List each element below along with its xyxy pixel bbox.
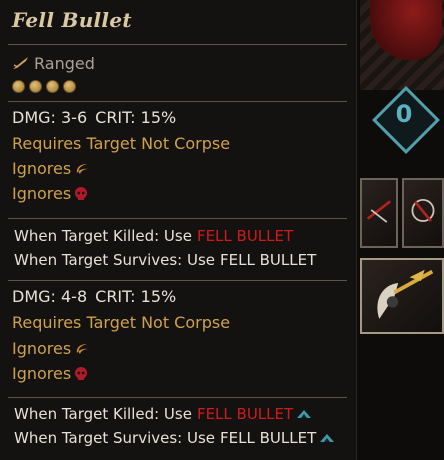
skill-type-label: Ranged bbox=[34, 53, 95, 73]
divider bbox=[8, 218, 347, 219]
v2-survives-skill: FELL BULLET bbox=[220, 429, 317, 447]
v1-requires: Requires Target Not Corpse bbox=[12, 134, 231, 153]
v1-stats: DMG: 3-6 CRIT: 15% bbox=[12, 108, 176, 127]
skill-slot-art bbox=[366, 200, 392, 223]
v2-dmg: DMG: 4-8 bbox=[12, 287, 88, 306]
skill-slot-selected[interactable] bbox=[360, 258, 444, 334]
counter-value: 0 bbox=[395, 100, 413, 128]
v1-ignores-label: Ignores bbox=[12, 184, 72, 203]
v1-ignores-stealth: Ignores bbox=[12, 159, 89, 178]
skill-slot[interactable] bbox=[402, 178, 444, 248]
v2-crit: CRIT: 15% bbox=[95, 287, 177, 306]
stealth-icon bbox=[77, 343, 89, 354]
skill-tooltip: Fell Bullet Ranged DMG: 3-6 CRIT: 15% Re… bbox=[0, 0, 357, 460]
v2-stats: DMG: 4-8 CRIT: 15% bbox=[12, 287, 176, 306]
v1-survives-chain: When Target Survives: Use FELL BULLET bbox=[14, 251, 316, 269]
rank-pips bbox=[12, 80, 76, 93]
v1-killed-label: When Target Killed: Use bbox=[14, 227, 192, 245]
skull-icon bbox=[75, 186, 88, 200]
v2-survives-chain: When Target Survives: Use FELL BULLET bbox=[14, 429, 335, 447]
v1-survives-label: When Target Survives: Use bbox=[14, 251, 216, 269]
v2-killed-skill: FELL BULLET bbox=[196, 405, 294, 423]
v2-ignores-label: Ignores bbox=[12, 339, 72, 358]
skill-type: Ranged bbox=[12, 52, 95, 74]
v2-requires: Requires Target Not Corpse bbox=[12, 313, 231, 332]
rank-pip bbox=[29, 80, 42, 93]
portrait-art bbox=[370, 0, 442, 60]
v1-killed-skill: FELL BULLET bbox=[196, 227, 294, 245]
divider bbox=[8, 280, 347, 281]
v2-killed-label: When Target Killed: Use bbox=[14, 405, 192, 423]
upgrade-icon bbox=[297, 410, 312, 418]
ranged-icon bbox=[13, 57, 28, 69]
fell-bullet-skill-icon bbox=[377, 269, 434, 319]
v2-survives-label: When Target Survives: Use bbox=[14, 429, 216, 447]
rank-pip bbox=[46, 80, 59, 93]
upgrade-icon bbox=[320, 434, 335, 442]
divider bbox=[8, 101, 347, 102]
v1-ignores-label: Ignores bbox=[12, 159, 72, 178]
v1-ignores-death: Ignores bbox=[12, 184, 88, 203]
v1-killed-chain: When Target Killed: Use FELL BULLET bbox=[14, 227, 293, 245]
hero-portrait[interactable] bbox=[360, 0, 444, 90]
v1-crit: CRIT: 15% bbox=[95, 108, 177, 127]
divider bbox=[8, 397, 347, 398]
rank-pip bbox=[63, 80, 76, 93]
v1-survives-skill: FELL BULLET bbox=[220, 251, 317, 269]
counter-badge: 0 bbox=[372, 86, 440, 154]
stealth-icon bbox=[77, 163, 89, 174]
divider bbox=[8, 44, 347, 45]
v2-ignores-stealth: Ignores bbox=[12, 339, 89, 358]
skill-title: Fell Bullet bbox=[12, 8, 132, 32]
v1-dmg: DMG: 3-6 bbox=[12, 108, 88, 127]
skull-icon bbox=[75, 366, 88, 380]
skill-slot-art bbox=[411, 199, 435, 222]
v2-ignores-death: Ignores bbox=[12, 364, 88, 383]
rank-pip bbox=[12, 80, 25, 93]
skill-slot[interactable] bbox=[360, 178, 398, 248]
v2-ignores-label: Ignores bbox=[12, 364, 72, 383]
v2-killed-chain: When Target Killed: Use FELL BULLET bbox=[14, 405, 312, 423]
